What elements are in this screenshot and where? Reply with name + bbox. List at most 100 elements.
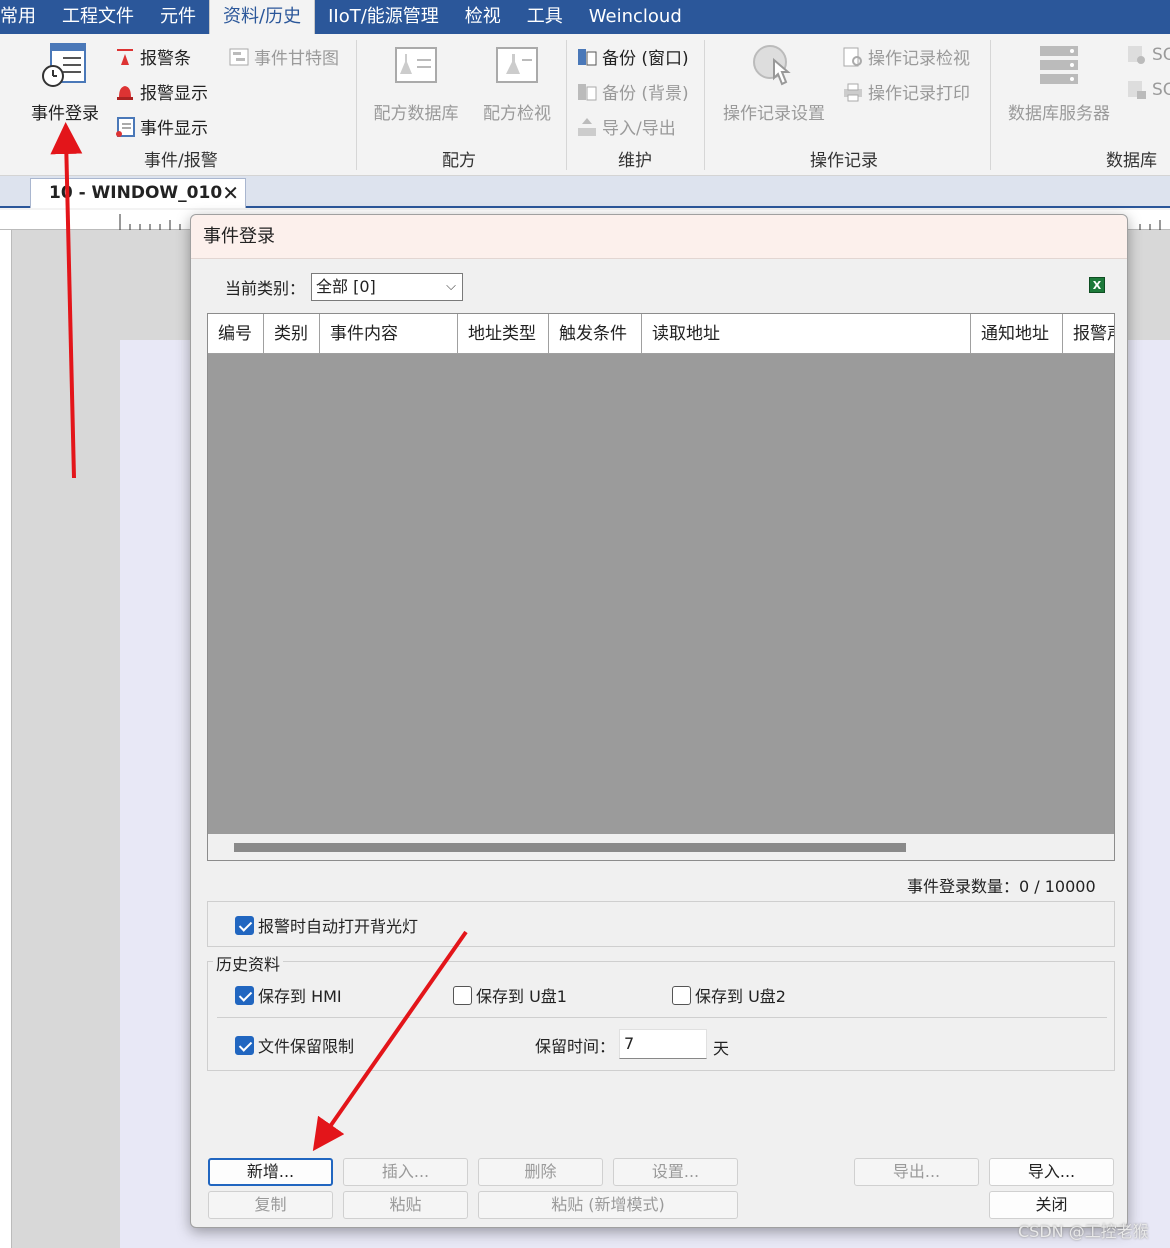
sql-icon (1128, 46, 1145, 64)
save-hmi-checkbox[interactable]: 保存到 HMI (235, 983, 342, 1007)
checkbox-unchecked-icon (453, 985, 472, 1005)
delete-button[interactable]: 删除 (478, 1158, 603, 1186)
sql-icon (1128, 81, 1146, 99)
printer-icon (844, 83, 862, 101)
close-button[interactable]: 关闭 (989, 1191, 1114, 1219)
event-gantt-button[interactable]: 事件甘特图 (228, 44, 339, 69)
backup-window-button[interactable]: 备份 (窗口) (576, 44, 689, 69)
keep-time-input[interactable]: 7 (619, 1029, 707, 1059)
file-limit-checkbox[interactable]: 文件保留限制 (235, 1033, 354, 1057)
keep-time-unit: 天 (713, 1039, 730, 1058)
event-login-dialog: 事件登录 当前类别： 全部 [0] ⌵ X 编号 类别 事件内容 地址类型 触发… (190, 214, 1128, 1228)
insert-button[interactable]: 插入... (343, 1158, 468, 1186)
add-button[interactable]: 新增... (208, 1158, 333, 1186)
menu-bar: 常用 工程文件 元件 资料/历史 IIoT/能源管理 检视 工具 Weinclo… (0, 0, 1170, 34)
event-login-button[interactable]: 事件登录 (26, 42, 104, 124)
auto-backlight-checkbox[interactable]: 报警时自动打开背光灯 (235, 913, 418, 937)
column-header-category[interactable]: 类别 (264, 314, 320, 353)
group-divider (704, 40, 705, 170)
ribbon: 事件登录 报警条 报警显示 事件显示 事件甘特图 事件/报警 配方数据库 配方检… (0, 34, 1170, 176)
backup-icon (578, 48, 597, 65)
oplog-settings-label: 操作记录设置 (723, 104, 825, 124)
save-usb1-label: 保存到 U盘1 (476, 987, 567, 1006)
backup-background-icon (578, 83, 597, 100)
event-count: 事件登录数量：0 / 10000 (907, 877, 1096, 896)
recipe-database-button[interactable]: 配方数据库 (370, 42, 462, 124)
group-label-maintain: 维护 (618, 151, 652, 171)
tab-window-010[interactable]: 10 - WINDOW_010 ✕ (30, 178, 246, 208)
table-body[interactable] (208, 354, 1114, 834)
event-display-button[interactable]: 事件显示 (114, 114, 208, 139)
event-display-label: 事件显示 (140, 119, 208, 139)
oplog-print-label: 操作记录打印 (868, 84, 970, 104)
column-header-id[interactable]: 编号 (208, 314, 264, 353)
column-header-read-address[interactable]: 读取地址 (642, 314, 971, 353)
checkbox-unchecked-icon (672, 985, 691, 1005)
excel-export-icon[interactable]: X (1089, 277, 1105, 293)
menu-common[interactable]: 常用 (0, 0, 49, 34)
checkbox-checked-icon (235, 1035, 254, 1055)
import-button[interactable]: 导入... (989, 1158, 1114, 1186)
group-label-database: 数据库 (1106, 151, 1157, 171)
group-label-event: 事件/报警 (144, 151, 218, 171)
menu-tools[interactable]: 工具 (514, 0, 576, 34)
sql-query-label: SQ (1152, 45, 1170, 65)
menu-iiot[interactable]: IIoT/能源管理 (315, 0, 452, 34)
oplog-settings-button[interactable]: 操作记录设置 (718, 42, 830, 124)
paste-button[interactable]: 粘贴 (343, 1191, 468, 1219)
column-header-trigger[interactable]: 触发条件 (549, 314, 642, 353)
oplog-view-icon (843, 47, 862, 66)
category-select[interactable]: 全部 [0] ⌵ (311, 273, 463, 301)
save-usb2-label: 保存到 U盘2 (695, 987, 786, 1006)
horizontal-scrollbar[interactable] (208, 834, 1114, 860)
alarm-bar-button[interactable]: 报警条 (114, 44, 191, 69)
alarm-bar-icon (117, 48, 133, 65)
recipe-view-icon (496, 47, 538, 83)
db-server-button[interactable]: 数据库服务器 (1002, 42, 1116, 124)
event-login-label: 事件登录 (31, 104, 99, 124)
column-header-content[interactable]: 事件内容 (320, 314, 458, 353)
event-gantt-label: 事件甘特图 (254, 49, 339, 69)
group-divider (356, 40, 357, 170)
recipe-database-icon (395, 47, 437, 83)
keep-time-label: 保留时间： (535, 1037, 616, 1056)
export-button[interactable]: 导出... (854, 1158, 979, 1186)
backup-background-button[interactable]: 备份 (背景) (576, 79, 689, 104)
column-header-address-type[interactable]: 地址类型 (458, 314, 549, 353)
alarm-display-label: 报警显示 (140, 84, 208, 104)
import-export-icon (578, 117, 596, 136)
operation-log-icon (753, 45, 791, 86)
recipe-database-label: 配方数据库 (373, 104, 459, 124)
save-usb1-checkbox[interactable]: 保存到 U盘1 (453, 983, 567, 1007)
column-header-notify-address[interactable]: 通知地址 (971, 314, 1063, 353)
sql-query-button[interactable]: SQ (1126, 44, 1170, 66)
scrollbar-thumb[interactable] (234, 843, 906, 852)
oplog-view-button[interactable]: 操作记录检视 (842, 44, 970, 69)
recipe-view-button[interactable]: 配方检视 (478, 42, 556, 124)
group-label-oplog: 操作记录 (810, 151, 878, 171)
category-label: 当前类别： (225, 279, 306, 298)
auto-backlight-label: 报警时自动打开背光灯 (258, 917, 419, 936)
menu-weincloud[interactable]: Weincloud (576, 0, 695, 34)
menu-objects[interactable]: 元件 (147, 0, 209, 34)
event-table: 编号 类别 事件内容 地址类型 触发条件 读取地址 通知地址 报警声 (207, 313, 1115, 861)
paste-new-button[interactable]: 粘贴 (新增模式) (478, 1191, 738, 1219)
import-export-label: 导入/导出 (602, 119, 676, 139)
settings-button[interactable]: 设置... (613, 1158, 738, 1186)
copy-button[interactable]: 复制 (208, 1191, 333, 1219)
menu-data-history[interactable]: 资料/历史 (209, 0, 316, 34)
close-icon[interactable]: ✕ (222, 179, 239, 207)
sql-query-2-button[interactable]: SQ (1126, 79, 1170, 101)
sql-query-2-label: SQ (1152, 80, 1170, 100)
import-export-button[interactable]: 导入/导出 (576, 114, 676, 139)
save-usb2-checkbox[interactable]: 保存到 U盘2 (672, 983, 786, 1007)
menu-view[interactable]: 检视 (452, 0, 514, 34)
alarm-bar-label: 报警条 (140, 49, 191, 69)
oplog-print-button[interactable]: 操作记录打印 (842, 79, 970, 104)
chevron-down-icon: ⌵ (446, 279, 456, 294)
category-value: 全部 [0] (316, 277, 376, 296)
menu-project[interactable]: 工程文件 (49, 0, 147, 34)
column-header-alarm-sound[interactable]: 报警声 (1063, 314, 1114, 353)
alarm-display-button[interactable]: 报警显示 (114, 79, 208, 104)
tab-title: 10 - WINDOW_010 (49, 183, 223, 203)
